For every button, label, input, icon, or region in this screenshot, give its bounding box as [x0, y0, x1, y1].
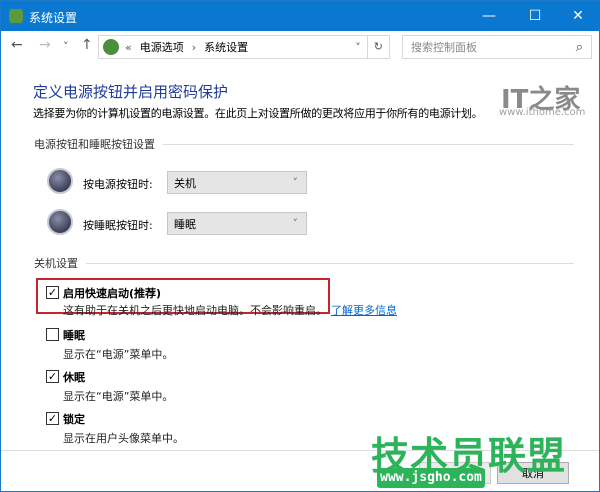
sleep-button-select[interactable]: 睡眠 ˅: [167, 212, 307, 235]
breadcrumb-system-settings[interactable]: 系统设置: [204, 39, 248, 55]
page-heading: 定义电源按钮并启用密码保护: [33, 83, 229, 101]
page-description: 选择要为你的计算机设置的电源设置。在此页上对设置所做的更改将应用于你所有的电源计…: [33, 107, 483, 120]
hibernate-desc: 显示在“电源”菜单中。: [63, 390, 174, 403]
maximize-button[interactable]: ☐: [513, 1, 557, 31]
power-button-select[interactable]: 关机 ˅: [167, 171, 307, 194]
hibernate-checkbox[interactable]: ✓: [46, 370, 59, 383]
back-button[interactable]: ←: [11, 37, 23, 53]
divider: [163, 143, 574, 145]
chevron-down-icon: ˅: [292, 176, 299, 189]
window: 系统设置 — ☐ ✕ ← → ˅ ↑ « 电源选项 › 系统设置 ˅ ↻ 搜索控…: [0, 0, 600, 492]
recent-locations-button[interactable]: ˅: [63, 40, 69, 53]
address-bar[interactable]: « 电源选项 › 系统设置 ˅ ↻: [98, 35, 390, 59]
lock-label[interactable]: 锁定: [63, 411, 85, 427]
learn-more-link[interactable]: 了解更多信息: [331, 302, 397, 318]
power-button-icon: [47, 168, 73, 194]
refresh-button[interactable]: ↻: [366, 36, 389, 58]
sleep-button-icon: [47, 209, 73, 235]
fast-startup-desc: 这有助于在关机之后更快地启动电脑。不会影响重启。: [63, 304, 327, 317]
power-button-label: 按电源按钮时:: [83, 178, 153, 191]
sleep-checkbox[interactable]: [46, 328, 59, 341]
minimize-button[interactable]: —: [467, 1, 511, 31]
shutdown-section-header: 关机设置: [34, 255, 574, 271]
ithome-url: www.ithome.com: [499, 107, 586, 118]
sleep-button-label: 按睡眠按钮时:: [83, 219, 153, 232]
address-dropdown[interactable]: ˅: [355, 41, 361, 54]
power-button-value: 关机: [174, 176, 196, 190]
sleep-button-value: 睡眠: [174, 217, 196, 231]
close-button[interactable]: ✕: [556, 1, 600, 31]
fast-startup-checkbox[interactable]: ✓: [46, 286, 59, 299]
overflow-chevron[interactable]: «: [125, 41, 132, 54]
window-title: 系统设置: [29, 11, 78, 25]
search-input[interactable]: 搜索控制面板 ⌕: [402, 35, 592, 59]
sleep-label[interactable]: 睡眠: [63, 327, 85, 343]
hibernate-label[interactable]: 休眠: [63, 369, 85, 385]
sleep-desc: 显示在“电源”菜单中。: [63, 348, 174, 361]
fast-startup-label[interactable]: 启用快速启动(推荐): [63, 285, 161, 301]
breadcrumb-power-options[interactable]: 电源选项: [140, 39, 184, 55]
search-placeholder: 搜索控制面板: [411, 41, 477, 54]
section-title: 关机设置: [34, 257, 78, 270]
breadcrumb-separator[interactable]: ›: [192, 41, 196, 54]
lock-desc: 显示在用户头像菜单中。: [63, 432, 184, 445]
power-buttons-section-header: 电源按钮和睡眠按钮设置: [34, 136, 574, 152]
app-icon: [9, 9, 23, 23]
title-bar: 系统设置 — ☐ ✕: [1, 1, 600, 31]
section-title: 电源按钮和睡眠按钮设置: [34, 138, 155, 151]
up-button[interactable]: ↑: [81, 37, 93, 53]
forward-button[interactable]: →: [39, 37, 51, 53]
lock-checkbox[interactable]: ✓: [46, 412, 59, 425]
divider: [86, 262, 574, 264]
jsgho-url: www.jsgho.com: [377, 468, 485, 488]
control-panel-icon: [103, 39, 119, 55]
chevron-down-icon: ˅: [292, 217, 299, 230]
search-icon[interactable]: ⌕: [576, 40, 583, 55]
